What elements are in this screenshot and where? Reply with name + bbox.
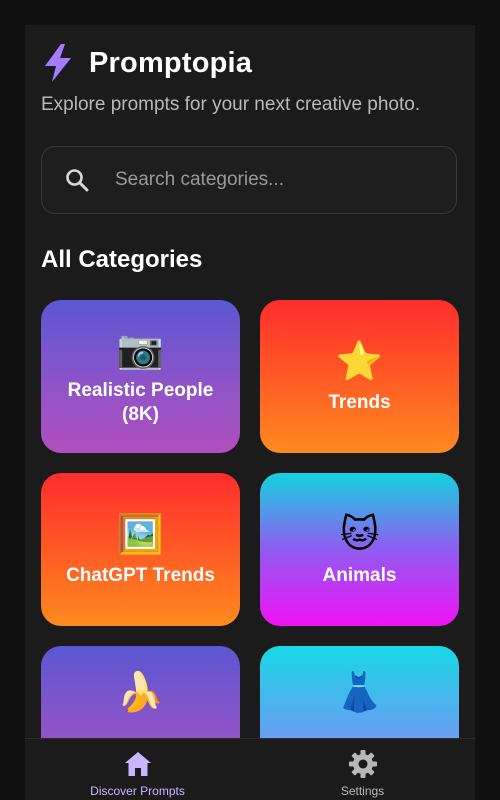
category-card-animals[interactable]: 🐱 Animals [260,473,459,626]
category-label: Trends [328,391,391,413]
framed-picture-icon: 🖼️ [116,511,165,556]
app-title: Promptopia [89,46,253,79]
search-input[interactable] [113,168,437,192]
category-card-trends[interactable]: ⭐ Trends [260,300,459,453]
search-icon [66,169,89,192]
dress-icon: 👗 [335,670,384,714]
category-label: Animals [322,564,397,586]
app-screen: Promptopia Explore prompts for your next… [25,25,475,800]
nav-label: Settings [340,784,385,798]
camera-icon: 📷 [116,326,165,371]
category-card-realistic-people[interactable]: 📷 Realistic People (8K) [41,300,240,453]
search-bar[interactable] [41,146,457,214]
app-subtitle: Explore prompts for your next creative p… [41,94,421,115]
nav-tab-discover-prompts[interactable]: Discover Prompts [25,739,250,800]
section-title: All Categories [41,246,203,273]
lightning-bolt-icon [45,44,71,82]
category-label: ChatGPT Trends [66,564,215,586]
app-header: Promptopia [41,43,252,83]
category-card-chatgpt-trends[interactable]: 🖼️ ChatGPT Trends [41,473,240,626]
cat-icon: 🐱 [339,511,380,556]
gear-icon [348,750,377,778]
nav-label: Discover Prompts [90,784,185,798]
nav-tab-settings[interactable]: Settings [250,739,475,800]
bottom-navigation: Discover Prompts Settings [25,738,475,800]
home-icon [124,752,151,776]
category-label: Realistic People (8K) [67,379,214,425]
star-icon: ⭐ [335,338,384,383]
banana-icon: 🍌 [116,670,165,714]
